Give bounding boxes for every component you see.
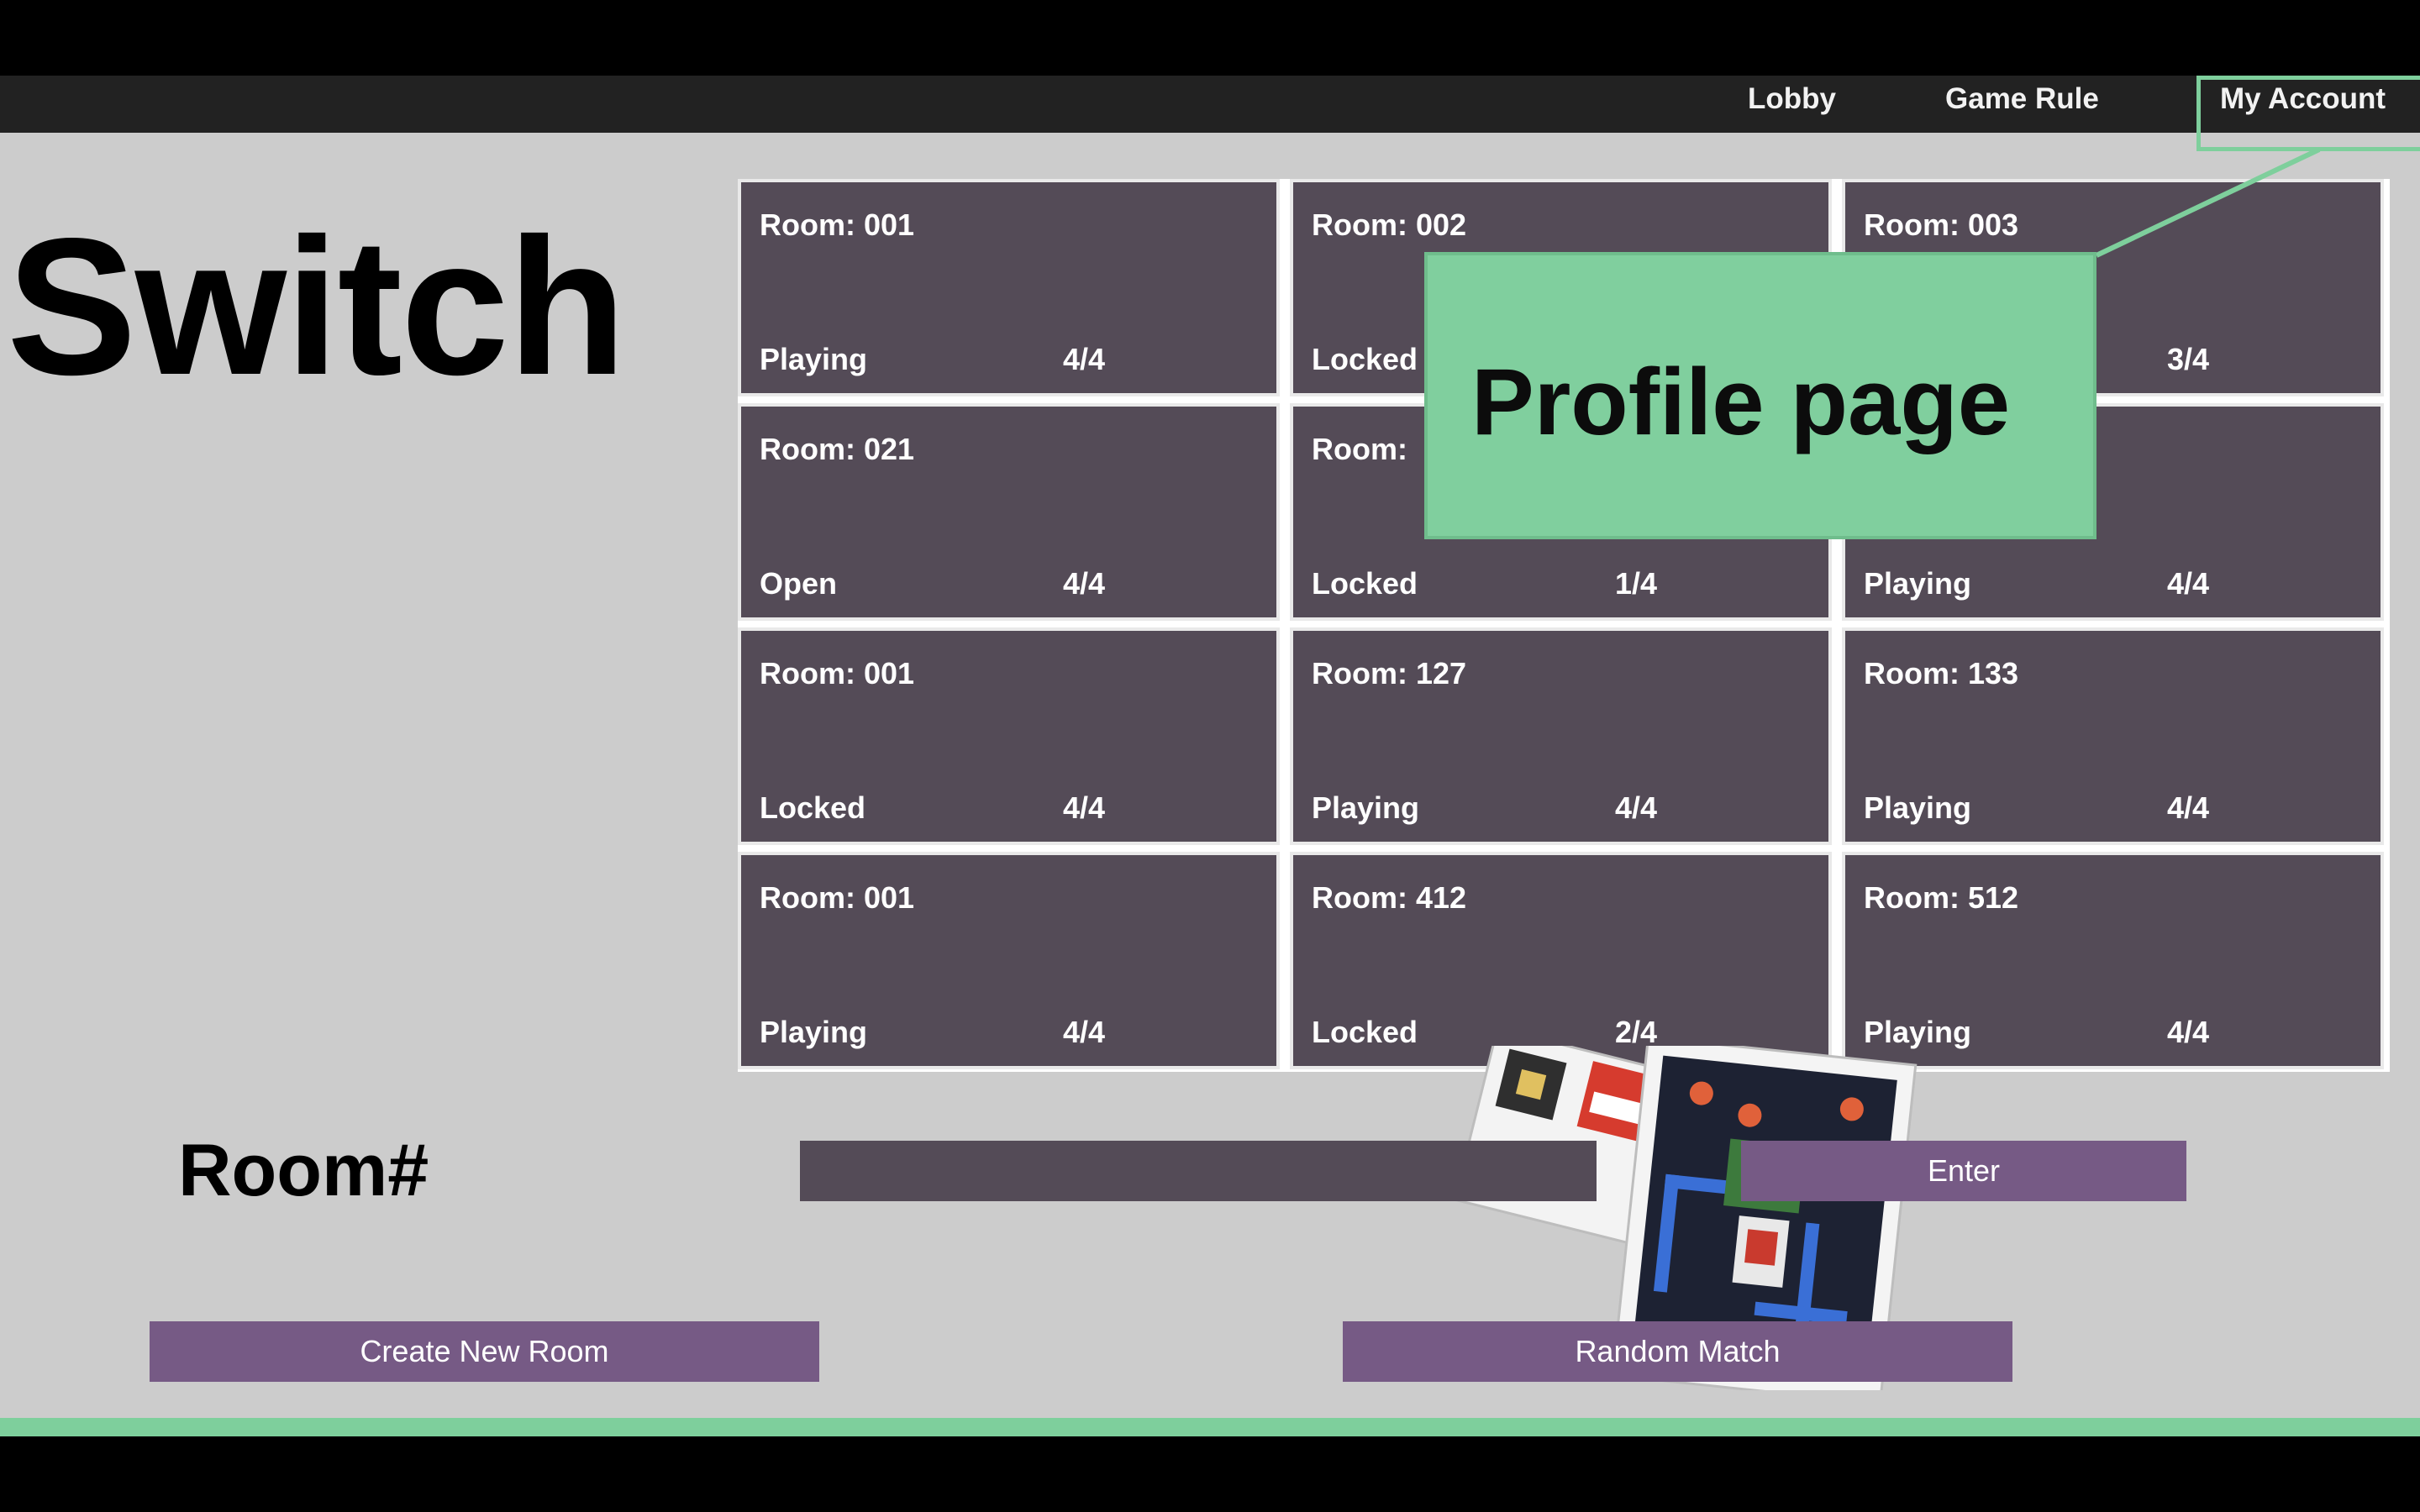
room-status: Playing — [1864, 1015, 1972, 1049]
create-new-room-button[interactable]: Create New Room — [150, 1321, 819, 1382]
room-tile[interactable]: Room: 133 Playing 4/4 — [1842, 627, 2384, 845]
nav-game-rule-link[interactable]: Game Rule — [1945, 76, 2099, 133]
room-player-count: 4/4 — [1615, 790, 1658, 825]
room-status: Playing — [760, 1015, 868, 1049]
room-tile[interactable]: Room: 021 Open 4/4 — [738, 403, 1280, 621]
room-number: Room: 512 — [1864, 880, 2019, 915]
room-number: Room: 002 — [1312, 207, 1467, 242]
room-number-label: Room# — [178, 1128, 429, 1211]
room-number-input[interactable] — [800, 1141, 1597, 1201]
app-title: Switch — [7, 198, 627, 416]
nav-lobby-link[interactable]: Lobby — [1748, 76, 1836, 133]
bottom-accent-band — [0, 1418, 2420, 1436]
enter-button[interactable]: Enter — [1741, 1141, 2186, 1201]
room-player-count: 3/4 — [2167, 342, 2210, 376]
room-tile[interactable]: Room: 001 Playing 4/4 — [738, 852, 1280, 1069]
room-player-count: 4/4 — [1063, 790, 1106, 825]
room-number: Room: 133 — [1864, 656, 2019, 690]
room-status: Playing — [1864, 790, 1972, 825]
room-player-count: 4/4 — [2167, 1015, 2210, 1049]
room-status: Playing — [760, 342, 868, 376]
room-number: Room: 003 — [1864, 207, 2019, 242]
random-match-button[interactable]: Random Match — [1343, 1321, 2012, 1382]
room-number: Room: 021 — [760, 432, 915, 466]
lobby-screen: Lobby Game Rule My Account Switch Room: … — [0, 76, 2420, 1436]
room-player-count: 4/4 — [2167, 790, 2210, 825]
room-number: Room: 412 — [1312, 880, 1467, 915]
room-number: Room: 001 — [760, 880, 915, 915]
room-tile[interactable]: Room: 412 Locked 2/4 — [1290, 852, 1832, 1069]
room-number: Room: 127 — [1312, 656, 1467, 690]
callout-text: Profile page — [1471, 349, 2011, 454]
room-number: Room: — [1312, 432, 1407, 466]
room-tile[interactable]: Room: 001 Locked 4/4 — [738, 627, 1280, 845]
top-navbar: Lobby Game Rule My Account — [0, 76, 2420, 133]
room-player-count: 4/4 — [1063, 342, 1106, 376]
room-status: Locked — [1312, 566, 1418, 601]
room-status: Open — [760, 566, 838, 601]
profile-page-callout: Profile page — [1424, 252, 2096, 539]
room-player-count: 1/4 — [1615, 566, 1658, 601]
room-status: Playing — [1312, 790, 1420, 825]
room-status: Locked — [1312, 342, 1418, 376]
room-player-count: 4/4 — [1063, 566, 1106, 601]
room-status: Locked — [760, 790, 866, 825]
room-status: Playing — [1864, 566, 1972, 601]
my-account-highlight-frame — [2196, 76, 2420, 151]
room-tile[interactable]: Room: 127 Playing 4/4 — [1290, 627, 1832, 845]
room-status: Locked — [1312, 1015, 1418, 1049]
room-player-count: 4/4 — [2167, 566, 2210, 601]
room-number: Room: 001 — [760, 207, 915, 242]
room-tile[interactable]: Room: 001 Playing 4/4 — [738, 179, 1280, 396]
room-player-count: 2/4 — [1615, 1015, 1658, 1049]
room-number: Room: 001 — [760, 656, 915, 690]
room-tile[interactable]: Room: 512 Playing 4/4 — [1842, 852, 2384, 1069]
room-player-count: 4/4 — [1063, 1015, 1106, 1049]
